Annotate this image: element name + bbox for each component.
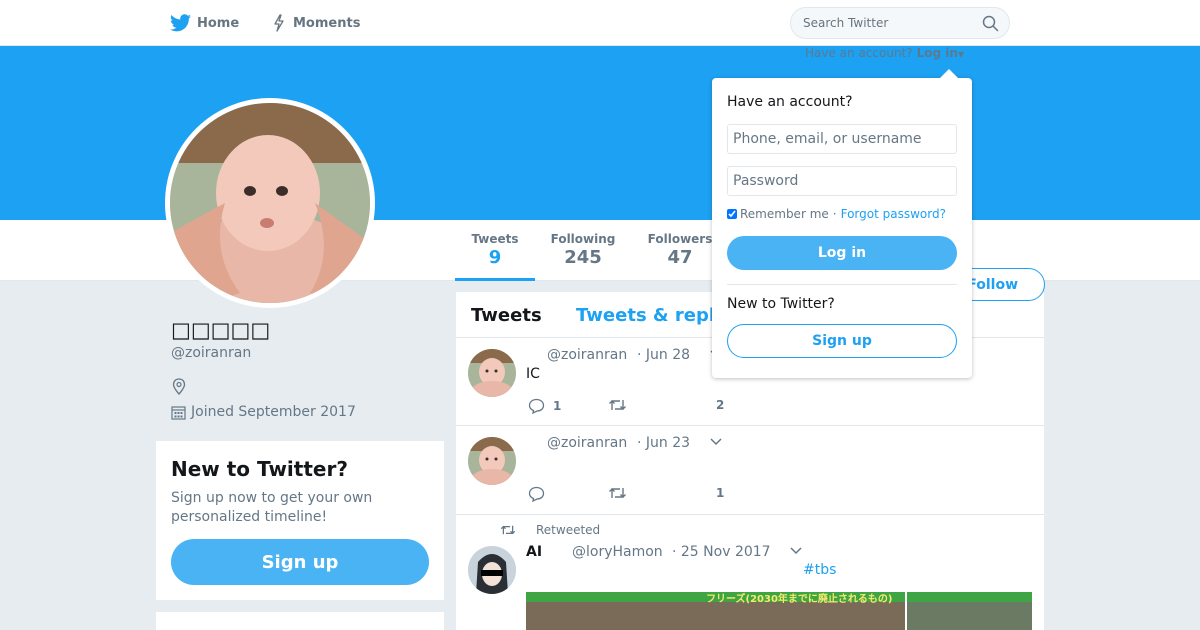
reply-count: 1 bbox=[553, 399, 562, 413]
forgot-password-link[interactable]: Forgot password? bbox=[841, 207, 946, 221]
baby-photo bbox=[468, 349, 516, 397]
tab-tweets-replies[interactable]: Tweets & repl bbox=[576, 305, 715, 326]
tweet-avatar[interactable] bbox=[468, 349, 516, 397]
separator-dot: · bbox=[832, 207, 837, 221]
login-link[interactable]: Log in bbox=[917, 46, 958, 60]
stat-label: Following bbox=[550, 232, 616, 246]
signup-card-title: New to Twitter? bbox=[171, 457, 348, 481]
calendar-icon bbox=[171, 405, 186, 420]
login-button[interactable]: Log in bbox=[727, 236, 957, 270]
search-box bbox=[790, 7, 1010, 39]
have-account-text: Have an account? bbox=[805, 46, 913, 60]
have-account-bar: Have an account? Log in▼ bbox=[805, 46, 964, 60]
stat-value: 47 bbox=[667, 247, 693, 268]
stat-followers[interactable]: Followers 47 bbox=[644, 232, 716, 268]
hashtag-link[interactable]: #tbs bbox=[803, 562, 836, 578]
retweeted-indicator: Retweeted bbox=[500, 523, 600, 537]
login-dropdown: Have an account? Remember me · Forgot pa… bbox=[712, 69, 972, 378]
like-count: 1 bbox=[716, 486, 725, 500]
nav-moments-label: Moments bbox=[293, 15, 361, 31]
reply-button[interactable] bbox=[528, 486, 545, 502]
stat-value: 9 bbox=[488, 247, 502, 268]
anime-avatar bbox=[468, 546, 516, 594]
tweet-handle[interactable]: @loryHamon bbox=[572, 544, 663, 560]
signup-button[interactable]: Sign up bbox=[171, 539, 429, 585]
profile-avatar[interactable] bbox=[165, 98, 375, 308]
baby-photo bbox=[468, 437, 516, 485]
tweet-text: IC bbox=[526, 366, 540, 382]
nav-home-label: Home bbox=[197, 15, 240, 31]
tweet-actions: 1 bbox=[528, 486, 748, 506]
stat-tweets[interactable]: Tweets 9 bbox=[455, 232, 535, 281]
tweet-media[interactable]: フリーズ(2030年までに廃止されるもの) bbox=[526, 592, 1032, 630]
new-to-twitter-label: New to Twitter? bbox=[727, 296, 835, 312]
like-button[interactable]: 2 bbox=[716, 398, 724, 412]
tab-tweets[interactable]: Tweets bbox=[471, 305, 542, 326]
tweet-date[interactable]: · Jun 28 bbox=[637, 347, 690, 363]
stat-label: Followers bbox=[647, 232, 713, 246]
top-nav: Home Moments bbox=[0, 0, 1200, 46]
nav-home[interactable]: Home bbox=[170, 0, 239, 46]
location-icon bbox=[172, 378, 186, 395]
media-caption: フリーズ(2030年までに廃止されるもの) bbox=[706, 594, 893, 605]
reply-icon bbox=[528, 398, 545, 414]
like-count: 2 bbox=[716, 398, 725, 412]
retweeted-label: Retweeted bbox=[536, 523, 601, 537]
login-dropdown-title: Have an account? bbox=[727, 94, 853, 110]
profile-handle[interactable]: @zoiranran bbox=[171, 345, 251, 361]
chevron-down-icon[interactable] bbox=[790, 547, 802, 555]
retweet-button[interactable] bbox=[608, 486, 627, 500]
retweet-icon bbox=[609, 400, 626, 410]
username-field[interactable] bbox=[727, 124, 957, 154]
remember-checkbox[interactable] bbox=[727, 209, 737, 219]
tweet-date[interactable]: · Jun 23 bbox=[637, 435, 690, 451]
signup-card-text: Sign up now to get your own personalized… bbox=[171, 490, 373, 525]
joined-text: Joined September 2017 bbox=[191, 404, 356, 420]
search-icon[interactable] bbox=[982, 15, 999, 32]
stat-label: Tweets bbox=[471, 232, 519, 246]
reply-button[interactable]: 1 bbox=[528, 398, 561, 414]
nav-moments[interactable]: Moments bbox=[271, 0, 360, 46]
password-field[interactable] bbox=[727, 166, 957, 196]
media-banner bbox=[907, 592, 1032, 602]
search-input[interactable] bbox=[803, 8, 973, 38]
retweet-icon bbox=[500, 525, 516, 535]
stat-following[interactable]: Following 245 bbox=[545, 232, 621, 268]
retweet-button[interactable] bbox=[608, 398, 627, 412]
like-button[interactable]: 1 bbox=[716, 486, 724, 500]
secondary-card bbox=[156, 612, 444, 630]
remember-label[interactable]: Remember me bbox=[740, 207, 829, 221]
divider bbox=[727, 284, 957, 285]
retweet-icon bbox=[609, 488, 626, 498]
tweet-handle[interactable]: @zoiranran bbox=[547, 347, 627, 363]
dropdown-signup-button[interactable]: Sign up bbox=[727, 324, 957, 358]
caret-down-icon: ▼ bbox=[957, 50, 965, 59]
remember-row: Remember me · Forgot password? bbox=[727, 207, 946, 221]
baby-photo bbox=[170, 103, 370, 303]
twitter-bird-icon bbox=[170, 14, 191, 32]
tweet[interactable]: Retweeted AI @loryHamon · 25 Nov 2017 #t… bbox=[456, 515, 1044, 630]
tweet-handle[interactable]: @zoiranran bbox=[547, 435, 627, 451]
media-image[interactable]: フリーズ(2030年までに廃止されるもの) bbox=[526, 592, 905, 630]
signup-card: New to Twitter? Sign up now to get your … bbox=[156, 441, 444, 600]
chevron-down-icon[interactable] bbox=[710, 438, 722, 446]
tweet[interactable]: @zoiranran · Jun 23 1 bbox=[456, 426, 1044, 515]
media-image[interactable] bbox=[907, 592, 1032, 630]
tweet-actions: 1 2 bbox=[528, 398, 748, 418]
tweet-author-name[interactable]: AI bbox=[526, 544, 542, 560]
stat-value: 245 bbox=[564, 247, 602, 268]
reply-icon bbox=[528, 486, 545, 502]
tweet-avatar[interactable] bbox=[468, 437, 516, 485]
profile-name: □□□□□ bbox=[171, 318, 271, 342]
tweet-avatar[interactable] bbox=[468, 546, 516, 594]
joined-date: Joined September 2017 bbox=[171, 404, 356, 420]
tweet-date[interactable]: · 25 Nov 2017 bbox=[672, 544, 771, 560]
lightning-icon bbox=[274, 14, 284, 32]
